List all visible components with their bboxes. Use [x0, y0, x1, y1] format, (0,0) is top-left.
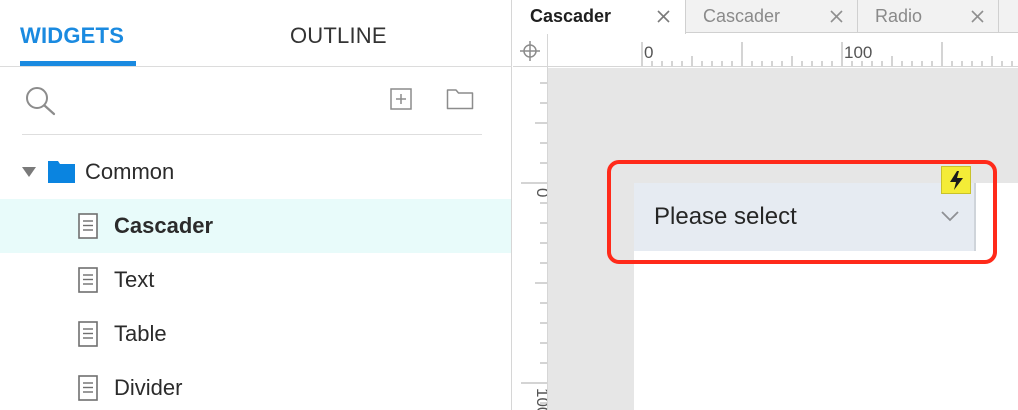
panel-tab-bar: WIDGETS OUTLINE — [0, 0, 512, 67]
ruler-label-100-vertical: 100 — [533, 388, 548, 410]
ruler-origin[interactable] — [513, 34, 548, 67]
close-icon[interactable] — [656, 9, 671, 24]
page-icon — [78, 375, 98, 401]
selection-highlight — [607, 160, 997, 264]
widget-toolbar — [22, 83, 482, 135]
vertical-ruler: 0 100 — [513, 67, 548, 410]
close-icon[interactable] — [970, 9, 985, 24]
tree-item-label: Table — [114, 321, 167, 346]
document-tab-bar: Cascader Cascader Radio — [513, 0, 1018, 34]
doc-tab-label: Cascader — [530, 6, 612, 26]
caret-down-icon[interactable] — [22, 167, 36, 178]
doc-tab-cascader[interactable]: Cascader — [686, 0, 858, 33]
vertical-ruler-ticks: 0 100 — [521, 82, 548, 410]
tree-item-divider[interactable]: Divider — [0, 361, 511, 410]
folder-icon — [48, 161, 75, 183]
page-icon — [78, 213, 98, 239]
tree-item-table[interactable]: Table — [0, 307, 511, 361]
ruler-label-0: 0 — [644, 43, 653, 62]
tree-item-text[interactable]: Text — [0, 253, 511, 307]
add-folder-icon[interactable] — [446, 88, 474, 110]
tab-outline[interactable]: OUTLINE — [290, 0, 387, 67]
horizontal-ruler-ticks: 0 100 — [641, 42, 1013, 66]
doc-tab-radio[interactable]: Radio — [858, 0, 999, 33]
tree-folder-label: Common — [85, 159, 175, 184]
crosshair-icon[interactable] — [519, 40, 541, 62]
close-icon[interactable] — [829, 9, 844, 24]
widgets-panel: WIDGETS OUTLINE Common Cascader Text Tab… — [0, 0, 512, 410]
search-icon[interactable] — [24, 85, 58, 117]
page-icon — [78, 321, 98, 347]
horizontal-ruler: 0 100 — [548, 34, 1018, 67]
tree-folder-common[interactable]: Common — [0, 145, 511, 199]
active-tab-indicator — [20, 61, 136, 66]
doc-tab-label: Cascader — [703, 6, 781, 26]
tree-item-label: Divider — [114, 375, 183, 400]
tab-widgets[interactable]: WIDGETS — [20, 0, 124, 67]
doc-tab-label: Radio — [875, 6, 923, 26]
page-icon — [78, 267, 98, 293]
tree-item-cascader[interactable]: Cascader — [0, 199, 511, 253]
tree-item-label: Text — [114, 267, 155, 292]
add-page-icon[interactable] — [390, 88, 412, 110]
ruler-label-100: 100 — [844, 43, 872, 62]
doc-tab-cascader-active[interactable]: Cascader — [513, 0, 686, 34]
tree-item-label: Cascader — [114, 213, 214, 238]
ruler-label-0-vertical: 0 — [533, 188, 548, 197]
